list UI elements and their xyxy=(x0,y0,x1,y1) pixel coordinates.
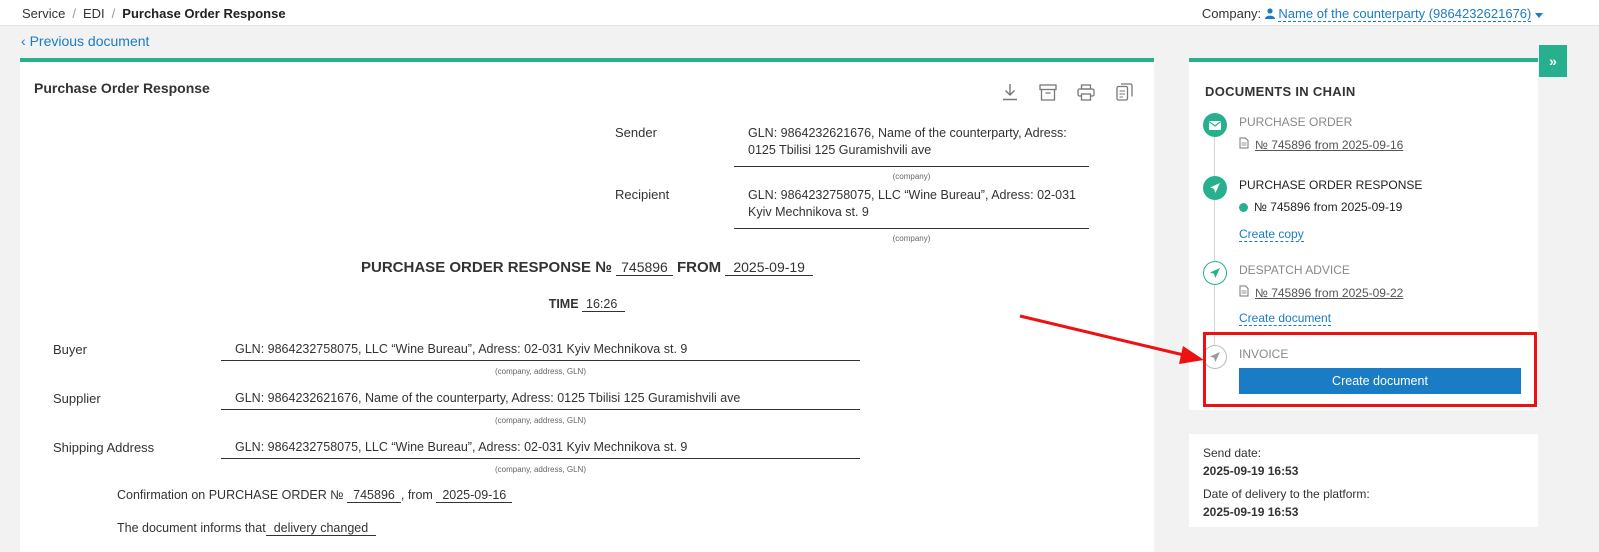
confirmation-number: 745896 xyxy=(347,488,401,503)
highlight-box xyxy=(1203,332,1537,407)
breadcrumb-edi[interactable]: EDI xyxy=(83,6,105,21)
document-number: 745896 xyxy=(616,259,673,276)
recipient-label: Recipient xyxy=(615,187,670,202)
current-dot-icon xyxy=(1239,202,1248,212)
recipient-field: GLN: 9864232758075, LLC “Wine Bureau”, A… xyxy=(734,187,1089,229)
company-dropdown[interactable]: Name of the counterparty (9864232621676) xyxy=(1278,6,1532,22)
sender-label: Sender xyxy=(615,125,657,140)
step-purchase-order: PURCHASE ORDER xyxy=(1239,115,1353,129)
create-despatch-advice-link[interactable]: Create document xyxy=(1239,311,1332,326)
step-purchase-order-link[interactable]: № 745896 from 2025-09-16 xyxy=(1239,137,1403,152)
copy-icon[interactable] xyxy=(1114,82,1134,102)
supplier-hint: (company, address, GLN) xyxy=(495,416,586,425)
shipping-hint: (company, address, GLN) xyxy=(495,465,586,474)
create-copy-link[interactable]: Create copy xyxy=(1239,227,1304,242)
document-heading: Purchase Order Response xyxy=(34,80,210,96)
print-icon[interactable] xyxy=(1076,82,1096,102)
delivery-date-label: Date of delivery to the platform: xyxy=(1203,487,1370,501)
supplier-label: Supplier xyxy=(53,391,101,406)
confirmation-line: Confirmation on PURCHASE ORDER № 745896,… xyxy=(117,488,513,503)
breadcrumb: Service / EDI / Purchase Order Response xyxy=(22,6,286,21)
file-icon xyxy=(1239,137,1249,152)
supplier-field: GLN: 9864232621676, Name of the counterp… xyxy=(221,390,860,410)
chevron-left-icon: ‹ xyxy=(21,33,26,49)
envelope-icon xyxy=(1203,113,1227,137)
company-label: Company: xyxy=(1201,6,1262,21)
informs-line: The document informs that delivery change… xyxy=(117,521,377,536)
sidebar-toggle-button[interactable]: » xyxy=(1539,45,1567,77)
file-icon xyxy=(1239,285,1249,300)
user-icon xyxy=(1264,6,1275,21)
step-purchase-order-response: PURCHASE ORDER RESPONSE xyxy=(1239,178,1423,192)
chain-connector xyxy=(1214,124,1215,354)
send-icon xyxy=(1203,176,1227,200)
document-toolbar xyxy=(1000,82,1134,102)
recipient-hint: (company) xyxy=(892,234,931,243)
send-icon xyxy=(1203,261,1227,285)
chain-title: DOCUMENTS IN CHAIN xyxy=(1205,84,1356,99)
send-info-panel: Send date: 2025-09-19 16:53 Date of deli… xyxy=(1189,434,1538,527)
delivery-date-value: 2025-09-19 16:53 xyxy=(1203,505,1299,519)
caret-down-icon[interactable] xyxy=(1535,6,1543,21)
breadcrumb-service[interactable]: Service xyxy=(22,6,65,21)
archive-icon[interactable] xyxy=(1038,82,1058,102)
shipping-field: GLN: 9864232758075, LLC “Wine Bureau”, A… xyxy=(221,439,860,459)
buyer-hint: (company, address, GLN) xyxy=(495,367,586,376)
top-bar: Service / EDI / Purchase Order Response Comp… xyxy=(0,0,1599,26)
step-despatch-advice: DESPATCH ADVICE xyxy=(1239,263,1350,277)
step-purchase-order-response-doc: № 745896 from 2025-09-19 xyxy=(1239,200,1402,214)
download-icon[interactable] xyxy=(1000,82,1020,102)
shipping-label: Shipping Address xyxy=(53,440,155,455)
document-title: PURCHASE ORDER RESPONSE № 745896 FROM 20… xyxy=(20,259,1154,276)
send-date-label: Send date: xyxy=(1203,446,1262,460)
step-despatch-advice-link[interactable]: № 745896 from 2025-09-22 xyxy=(1239,285,1403,300)
document-panel: Purchase Order Response Sender GLN: 9864… xyxy=(20,58,1154,552)
company-selector: Company: Name of the counterparty (98642… xyxy=(1201,6,1543,22)
buyer-label: Buyer xyxy=(53,342,87,357)
breadcrumb-current: Purchase Order Response xyxy=(122,6,286,21)
document-date: 2025-09-19 xyxy=(725,259,813,276)
sender-field: GLN: 9864232621676, Name of the counterp… xyxy=(734,125,1089,167)
document-time-value: 16:26 xyxy=(582,297,626,312)
confirmation-date: 2025-09-16 xyxy=(436,488,513,503)
double-chevron-right-icon: » xyxy=(1549,53,1557,69)
buyer-field: GLN: 9864232758075, LLC “Wine Bureau”, A… xyxy=(221,341,860,361)
document-time: TIME 16:26 xyxy=(20,297,1154,312)
informs-value: delivery changed xyxy=(265,521,377,536)
sender-hint: (company) xyxy=(892,172,931,181)
previous-document-link[interactable]: ‹ Previous document xyxy=(21,33,149,49)
send-date-value: 2025-09-19 16:53 xyxy=(1203,464,1299,478)
